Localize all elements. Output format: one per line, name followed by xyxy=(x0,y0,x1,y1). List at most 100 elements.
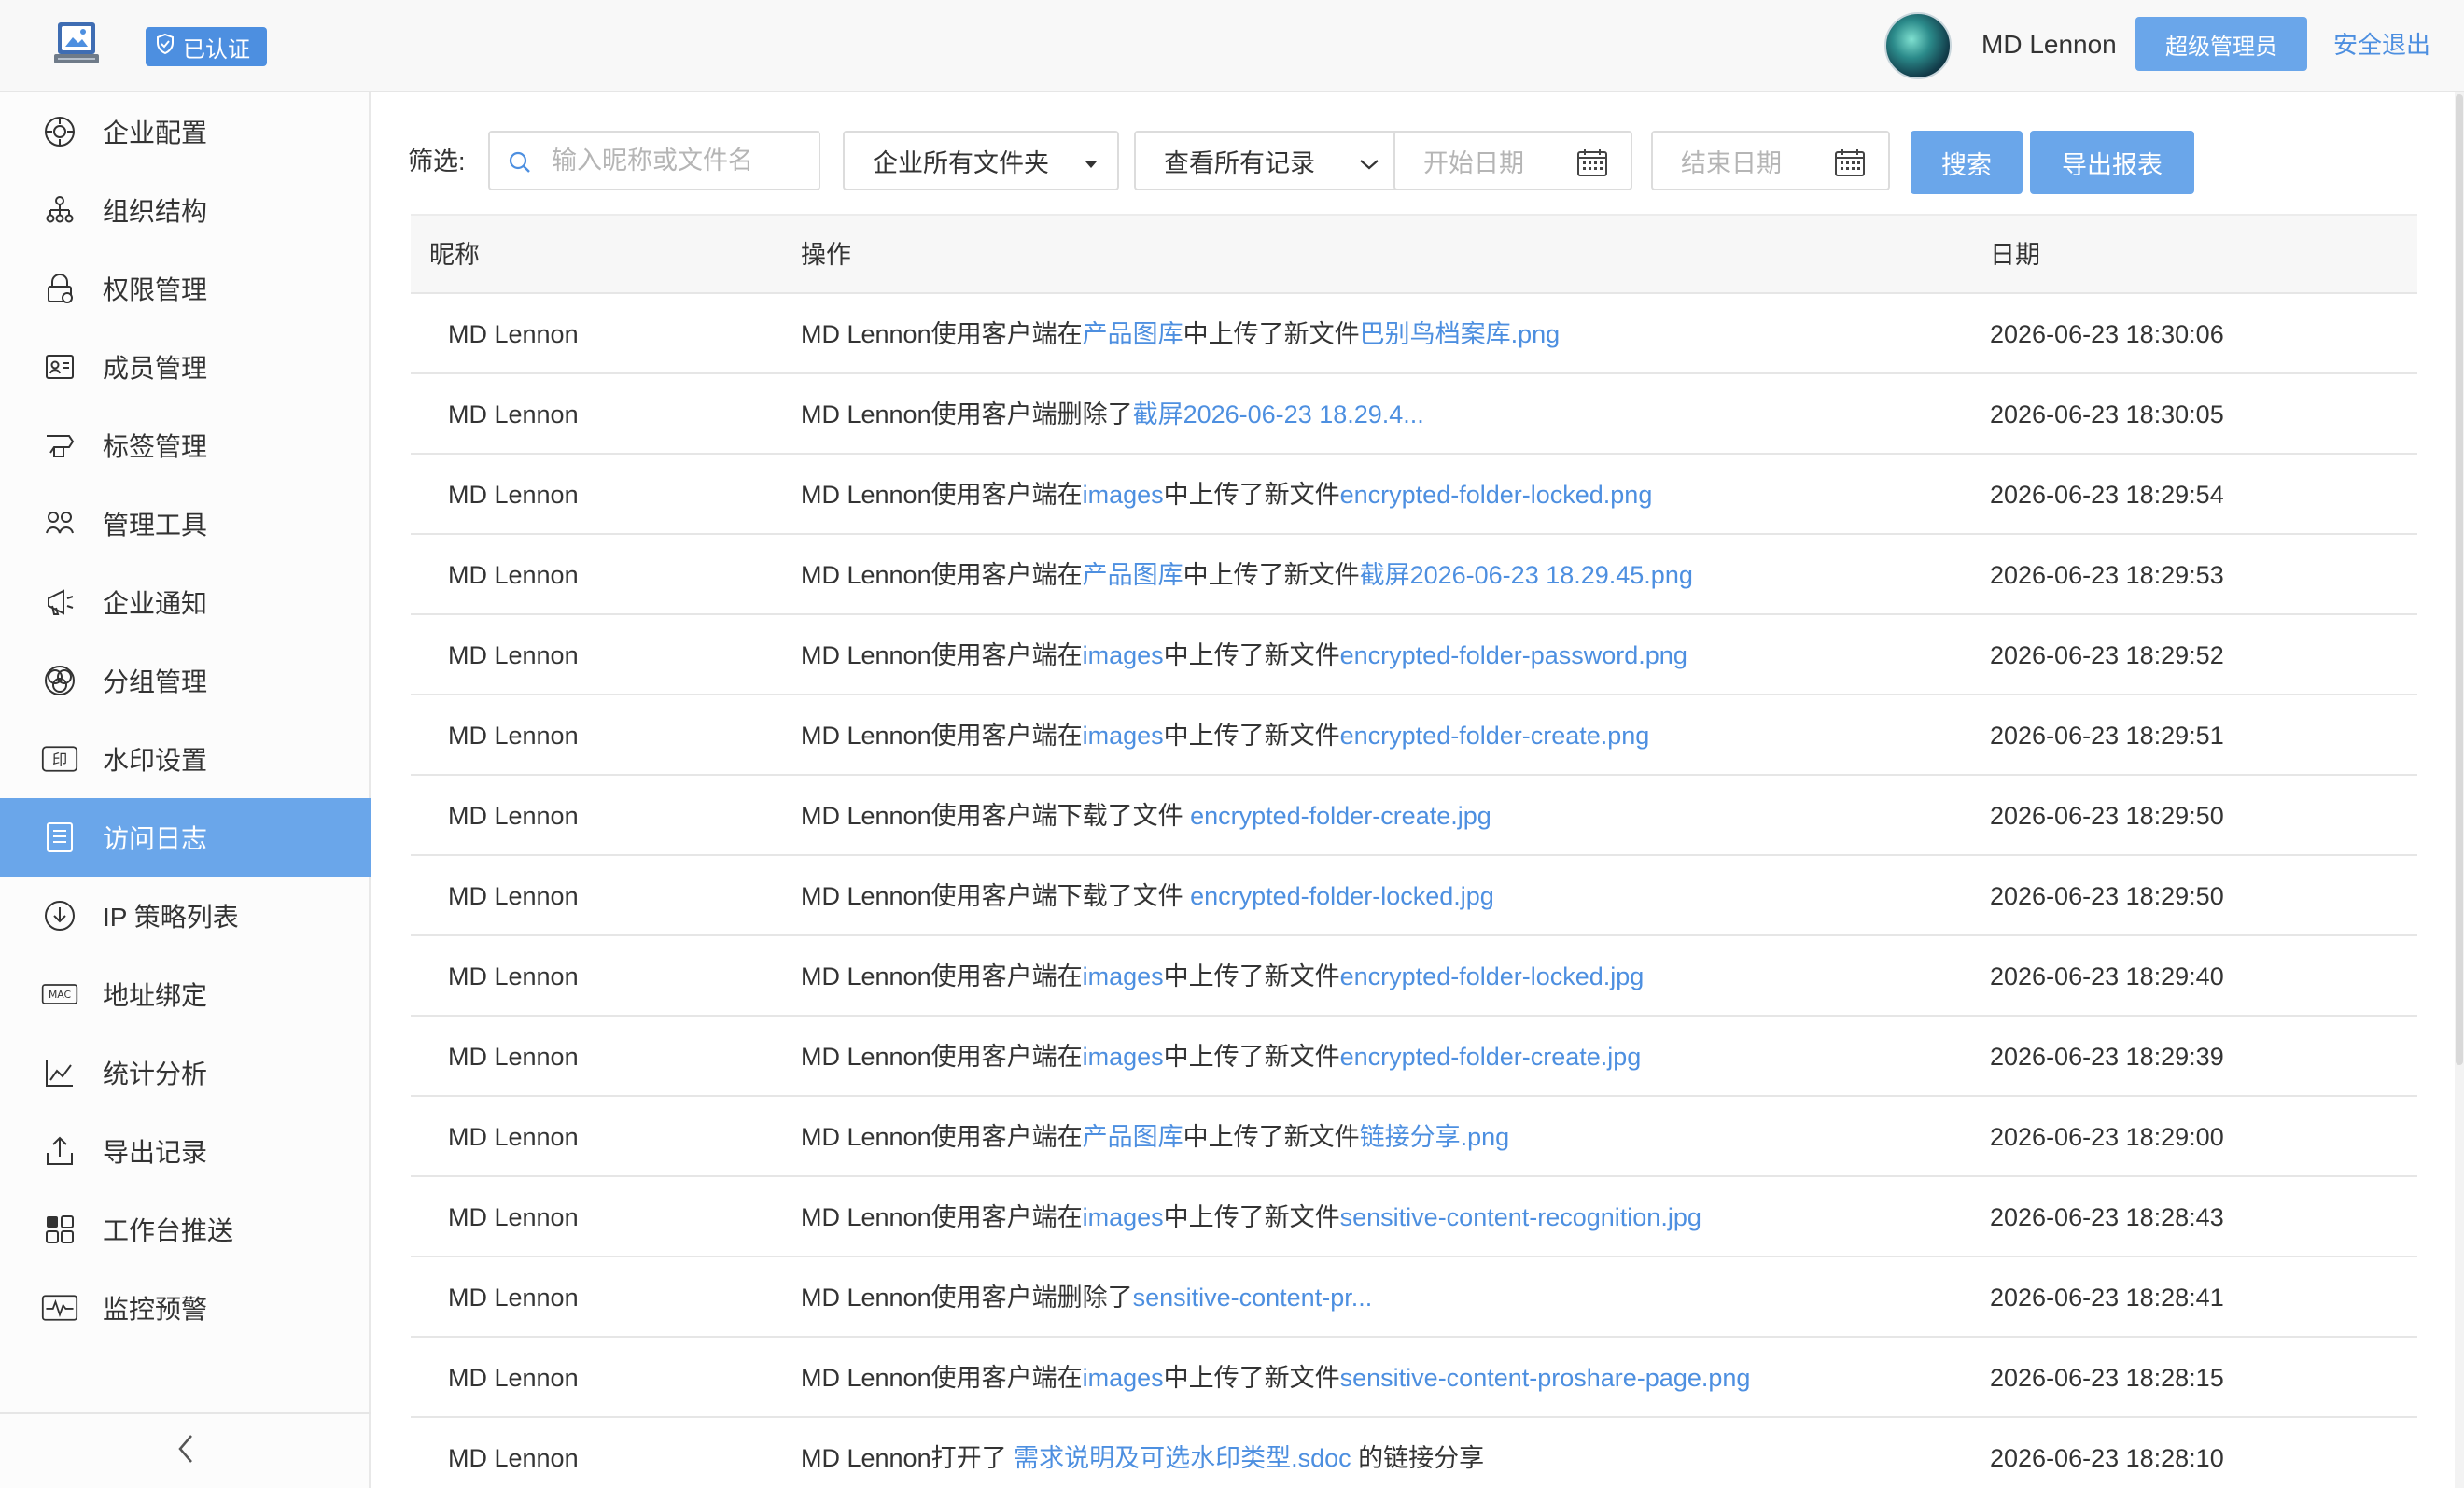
sidebar-item-12[interactable]: 统计分析 xyxy=(0,1033,371,1112)
log-text: MD Lennon使用客户端在 xyxy=(801,1123,1083,1151)
cell-action: MD Lennon使用客户端在images中上传了新文件encrypted-fo… xyxy=(801,958,1644,995)
svg-text:印: 印 xyxy=(52,751,67,768)
sidebar-item-8[interactable]: 印 水印设置 xyxy=(0,720,371,798)
log-text: 中上传了新文件 xyxy=(1163,1364,1340,1392)
cell-date: 2026-06-23 18:29:51 xyxy=(1990,722,2224,750)
log-link[interactable]: 产品图库 xyxy=(1083,320,1183,348)
log-text: 中上传了新文件 xyxy=(1163,1043,1340,1071)
end-date-picker[interactable]: 结束日期 xyxy=(1651,131,1890,190)
table-row: MD Lennon MD Lennon使用客户端在产品图库中上传了新文件截屏202… xyxy=(411,535,2417,615)
log-link[interactable]: encrypted-folder-create.jpg xyxy=(1340,1043,1642,1071)
sidebar-item-5[interactable]: 管理工具 xyxy=(0,484,371,563)
logout-link[interactable]: 安全退出 xyxy=(2333,26,2430,63)
table-row: MD Lennon MD Lennon使用客户端在images中上传了新文件enc… xyxy=(411,455,2417,535)
calendar-icon xyxy=(1576,147,1608,184)
log-link[interactable]: 需求说明及可选水印类型.sdoc xyxy=(1014,1444,1351,1472)
log-link[interactable]: 截屏2026-06-23 18.29.4... xyxy=(1133,400,1424,428)
folder-select-value: 企业所有文件夹 xyxy=(873,148,1049,177)
cell-action: MD Lennon使用客户端在images中上传了新文件sensitive-co… xyxy=(801,1199,1701,1236)
log-link[interactable]: encrypted-folder-locked.jpg xyxy=(1340,962,1645,990)
megaphone-icon xyxy=(41,583,78,621)
cell-date: 2026-06-23 18:28:43 xyxy=(1990,1203,2224,1231)
sidebar-item-13[interactable]: 导出记录 xyxy=(0,1112,371,1190)
log-link[interactable]: 产品图库 xyxy=(1083,1123,1183,1151)
collapse-sidebar-button[interactable] xyxy=(0,1412,371,1488)
log-link[interactable]: images xyxy=(1083,1043,1164,1071)
cell-date: 2026-06-23 18:30:06 xyxy=(1990,320,2224,348)
table-row: MD Lennon MD Lennon使用客户端在images中上传了新文件sen… xyxy=(411,1338,2417,1418)
sidebar-item-11[interactable]: MAC 地址绑定 xyxy=(0,955,371,1033)
sidebar-item-15[interactable]: 监控预警 xyxy=(0,1269,371,1347)
log-link[interactable]: encrypted-folder-create.jpg xyxy=(1190,802,1491,830)
vertical-scrollbar[interactable] xyxy=(2455,92,2464,1488)
log-text: MD Lennon使用客户端删除了 xyxy=(801,1284,1133,1312)
cell-date: 2026-06-23 18:29:00 xyxy=(1990,1123,2224,1151)
log-text: 中上传了新文件 xyxy=(1163,481,1340,509)
log-link[interactable]: 巴别鸟档案库.png xyxy=(1360,320,1561,348)
log-link[interactable]: images xyxy=(1083,1203,1164,1231)
sidebar-item-3[interactable]: 成员管理 xyxy=(0,328,371,406)
search-input[interactable] xyxy=(552,142,804,179)
log-link[interactable]: images xyxy=(1083,1364,1164,1392)
chevron-down-icon xyxy=(1358,151,1380,180)
log-link[interactable]: images xyxy=(1083,481,1164,509)
sidebar-item-4[interactable]: 标签管理 xyxy=(0,406,371,484)
cell-date: 2026-06-23 18:29:39 xyxy=(1990,1043,2224,1071)
log-link[interactable]: images xyxy=(1083,962,1164,990)
table-row: MD Lennon MD Lennon使用客户端在产品图库中上传了新文件链接分享.… xyxy=(411,1097,2417,1177)
sidebar-item-2[interactable]: 权限管理 xyxy=(0,249,371,328)
table-row: MD Lennon MD Lennon使用客户端在images中上传了新文件enc… xyxy=(411,1017,2417,1097)
log-link[interactable]: sensitive-content-proshare-page.png xyxy=(1340,1364,1751,1392)
cell-date: 2026-06-23 18:29:50 xyxy=(1990,882,2224,910)
avatar[interactable] xyxy=(1884,12,1952,79)
log-link[interactable]: images xyxy=(1083,722,1164,750)
log-link[interactable]: 链接分享.png xyxy=(1360,1123,1510,1151)
sidebar-item-10[interactable]: IP 策略列表 xyxy=(0,877,371,955)
log-text: 的链接分享 xyxy=(1351,1444,1485,1472)
workspace-icon xyxy=(41,1211,78,1248)
search-field[interactable] xyxy=(488,131,820,190)
cell-nickname: MD Lennon xyxy=(448,641,579,669)
log-link[interactable]: images xyxy=(1083,641,1164,669)
record-select[interactable]: 查看所有记录 xyxy=(1134,131,1410,190)
search-icon xyxy=(507,149,533,180)
log-link[interactable]: encrypted-folder-locked.jpg xyxy=(1190,882,1494,910)
log-link[interactable]: 产品图库 xyxy=(1083,561,1183,589)
export-report-button[interactable]: 导出报表 xyxy=(2030,131,2194,194)
log-link[interactable]: encrypted-folder-locked.png xyxy=(1340,481,1653,509)
search-button[interactable]: 搜索 xyxy=(1911,131,2023,194)
log-text: 中上传了新文件 xyxy=(1163,641,1340,669)
cell-nickname: MD Lennon xyxy=(448,1043,579,1071)
cell-date: 2026-06-23 18:29:54 xyxy=(1990,481,2224,509)
log-link[interactable]: encrypted-folder-create.png xyxy=(1340,722,1650,750)
folder-select[interactable]: 企业所有文件夹 xyxy=(843,131,1119,190)
sidebar-item-1[interactable]: 组织结构 xyxy=(0,171,371,249)
sidebar-item-0[interactable]: 企业配置 xyxy=(0,92,371,171)
column-header-action: 操作 xyxy=(801,241,851,269)
column-header-nickname: 昵称 xyxy=(429,241,480,269)
log-link[interactable]: sensitive-content-recognition.jpg xyxy=(1340,1203,1701,1231)
log-text: MD Lennon使用客户端在 xyxy=(801,641,1083,669)
cell-date: 2026-06-23 18:28:15 xyxy=(1990,1364,2224,1392)
app-logo-icon[interactable] xyxy=(52,21,101,67)
cell-nickname: MD Lennon xyxy=(448,882,579,910)
end-date-placeholder: 结束日期 xyxy=(1681,148,1782,177)
sidebar-item-14[interactable]: 工作台推送 xyxy=(0,1190,371,1269)
cell-nickname: MD Lennon xyxy=(448,400,579,428)
cell-nickname: MD Lennon xyxy=(448,1284,579,1312)
cell-nickname: MD Lennon xyxy=(448,802,579,830)
cell-action: MD Lennon使用客户端在产品图库中上传了新文件链接分享.png xyxy=(801,1118,1509,1156)
sidebar-item-9[interactable]: 访问日志 xyxy=(0,798,371,877)
log-link[interactable]: 截屏2026-06-23 18.29.45.png xyxy=(1360,561,1693,589)
permission-icon xyxy=(41,270,78,307)
log-link[interactable]: sensitive-content-pr... xyxy=(1133,1284,1373,1312)
start-date-picker[interactable]: 开始日期 xyxy=(1393,131,1632,190)
sidebar-item-6[interactable]: 企业通知 xyxy=(0,563,371,641)
log-link[interactable]: encrypted-folder-password.png xyxy=(1340,641,1687,669)
sidebar-item-label: 访问日志 xyxy=(103,824,208,853)
log-list-icon xyxy=(41,819,78,856)
sidebar-item-7[interactable]: 分组管理 xyxy=(0,641,371,720)
scrollbar-thumb[interactable] xyxy=(2456,94,2463,1065)
log-text: MD Lennon打开了 xyxy=(801,1444,1015,1472)
super-admin-button[interactable]: 超级管理员 xyxy=(2135,17,2307,71)
